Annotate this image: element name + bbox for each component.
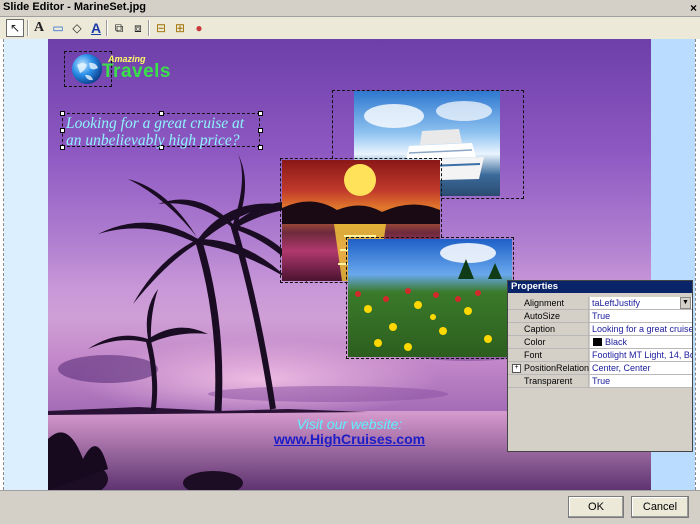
send-backward-icon: ⧈ [134, 21, 142, 35]
font-icon: A [90, 20, 102, 36]
cancel-button[interactable]: Cancel [631, 496, 689, 518]
property-name: Font [508, 349, 589, 361]
canvas-guide-left [3, 39, 4, 490]
canvas-guide-right [695, 39, 696, 490]
image-icon: ▭ [52, 21, 64, 35]
logo-travels-text: Travels [102, 61, 171, 82]
bring-forward-button[interactable]: ⧉ [110, 19, 128, 37]
property-value[interactable]: Footlight MT Light, 14, Bol [590, 349, 692, 361]
property-row-alignment[interactable]: Alignment taLeftJustify ▼ [508, 297, 692, 310]
toolbar-separator [148, 20, 150, 36]
toolbar: ↖ A ▭ ◇ A ⧉ ⧈ ⊟ ⊞ ● [0, 17, 700, 40]
property-row-color[interactable]: Color Black [508, 336, 692, 349]
font-tool-button[interactable]: A [87, 19, 105, 37]
property-value[interactable]: Center, Center [590, 362, 692, 374]
image-tool-button[interactable]: ▭ [49, 19, 67, 37]
color-swatch [593, 338, 602, 346]
property-value[interactable]: taLeftJustify [590, 297, 692, 309]
eraser-icon: ◇ [72, 21, 82, 35]
canvas-margin-left [4, 39, 48, 490]
property-name: PositionRelation [508, 362, 589, 374]
properties-panel[interactable]: Properties Alignment taLeftJustify ▼ Aut… [507, 280, 693, 452]
property-row-font[interactable]: Font Footlight MT Light, 14, Bol [508, 349, 692, 362]
palette-icon: ● [195, 21, 203, 35]
caption-line-2: an unbelievably high price? [66, 132, 240, 149]
property-name: Caption [508, 323, 589, 335]
caption-line-1: Looking for a great cruise at [66, 115, 245, 132]
ungroup-icon: ⊞ [174, 21, 186, 35]
cloud [58, 355, 158, 383]
title-bar: Slide Editor - MarineSet.jpg × [0, 0, 700, 17]
property-value[interactable]: True [590, 310, 692, 322]
color-value: Black [605, 337, 628, 347]
resize-handle[interactable] [60, 145, 65, 150]
text-icon: A [33, 20, 45, 35]
ok-button[interactable]: OK [568, 496, 624, 518]
toolbar-separator [106, 20, 108, 36]
slide-caption[interactable]: Looking for a great cruise at an unbelie… [66, 115, 266, 149]
group-button[interactable]: ⊟ [152, 19, 170, 37]
property-value[interactable]: Looking for a great cruise a [590, 323, 692, 335]
select-tool-button[interactable]: ↖ [6, 19, 24, 37]
property-row-caption[interactable]: Caption Looking for a great cruise a [508, 323, 692, 336]
property-row-transparent[interactable]: Transparent True [508, 375, 692, 388]
window-title: Slide Editor - MarineSet.jpg [3, 1, 147, 13]
toolbar-separator [27, 20, 29, 36]
property-row-autosize[interactable]: AutoSize True [508, 310, 692, 323]
property-value[interactable]: True [590, 375, 692, 387]
resize-handle[interactable] [60, 128, 65, 133]
property-row-positionrelation[interactable]: + PositionRelation Center, Center [508, 362, 692, 375]
color-tool-button[interactable]: ● [190, 19, 208, 37]
pointer-icon: ↖ [9, 21, 21, 35]
properties-title: Properties [508, 281, 692, 293]
property-name: Alignment [508, 297, 589, 309]
property-name: AutoSize [508, 310, 589, 322]
ungroup-button[interactable]: ⊞ [171, 19, 189, 37]
text-tool-button[interactable]: A [30, 19, 48, 37]
flowers-photo[interactable] [348, 239, 512, 357]
property-name: Transparent [508, 375, 589, 387]
flowers-image [355, 243, 502, 351]
cloud [208, 386, 448, 402]
close-button[interactable]: × [690, 1, 697, 15]
dialog-button-bar: OK Cancel [0, 490, 700, 524]
eraser-tool-button[interactable]: ◇ [68, 19, 86, 37]
bring-forward-icon: ⧉ [114, 21, 124, 35]
resize-handle[interactable] [60, 111, 65, 116]
property-name: Color [508, 336, 589, 348]
group-icon: ⊟ [155, 21, 167, 35]
alignment-value: taLeftJustify [592, 298, 641, 308]
globe-icon [72, 54, 102, 84]
property-value[interactable]: Black [590, 336, 692, 348]
dropdown-arrow-icon[interactable]: ▼ [680, 297, 691, 309]
send-backward-button[interactable]: ⧈ [129, 19, 147, 37]
